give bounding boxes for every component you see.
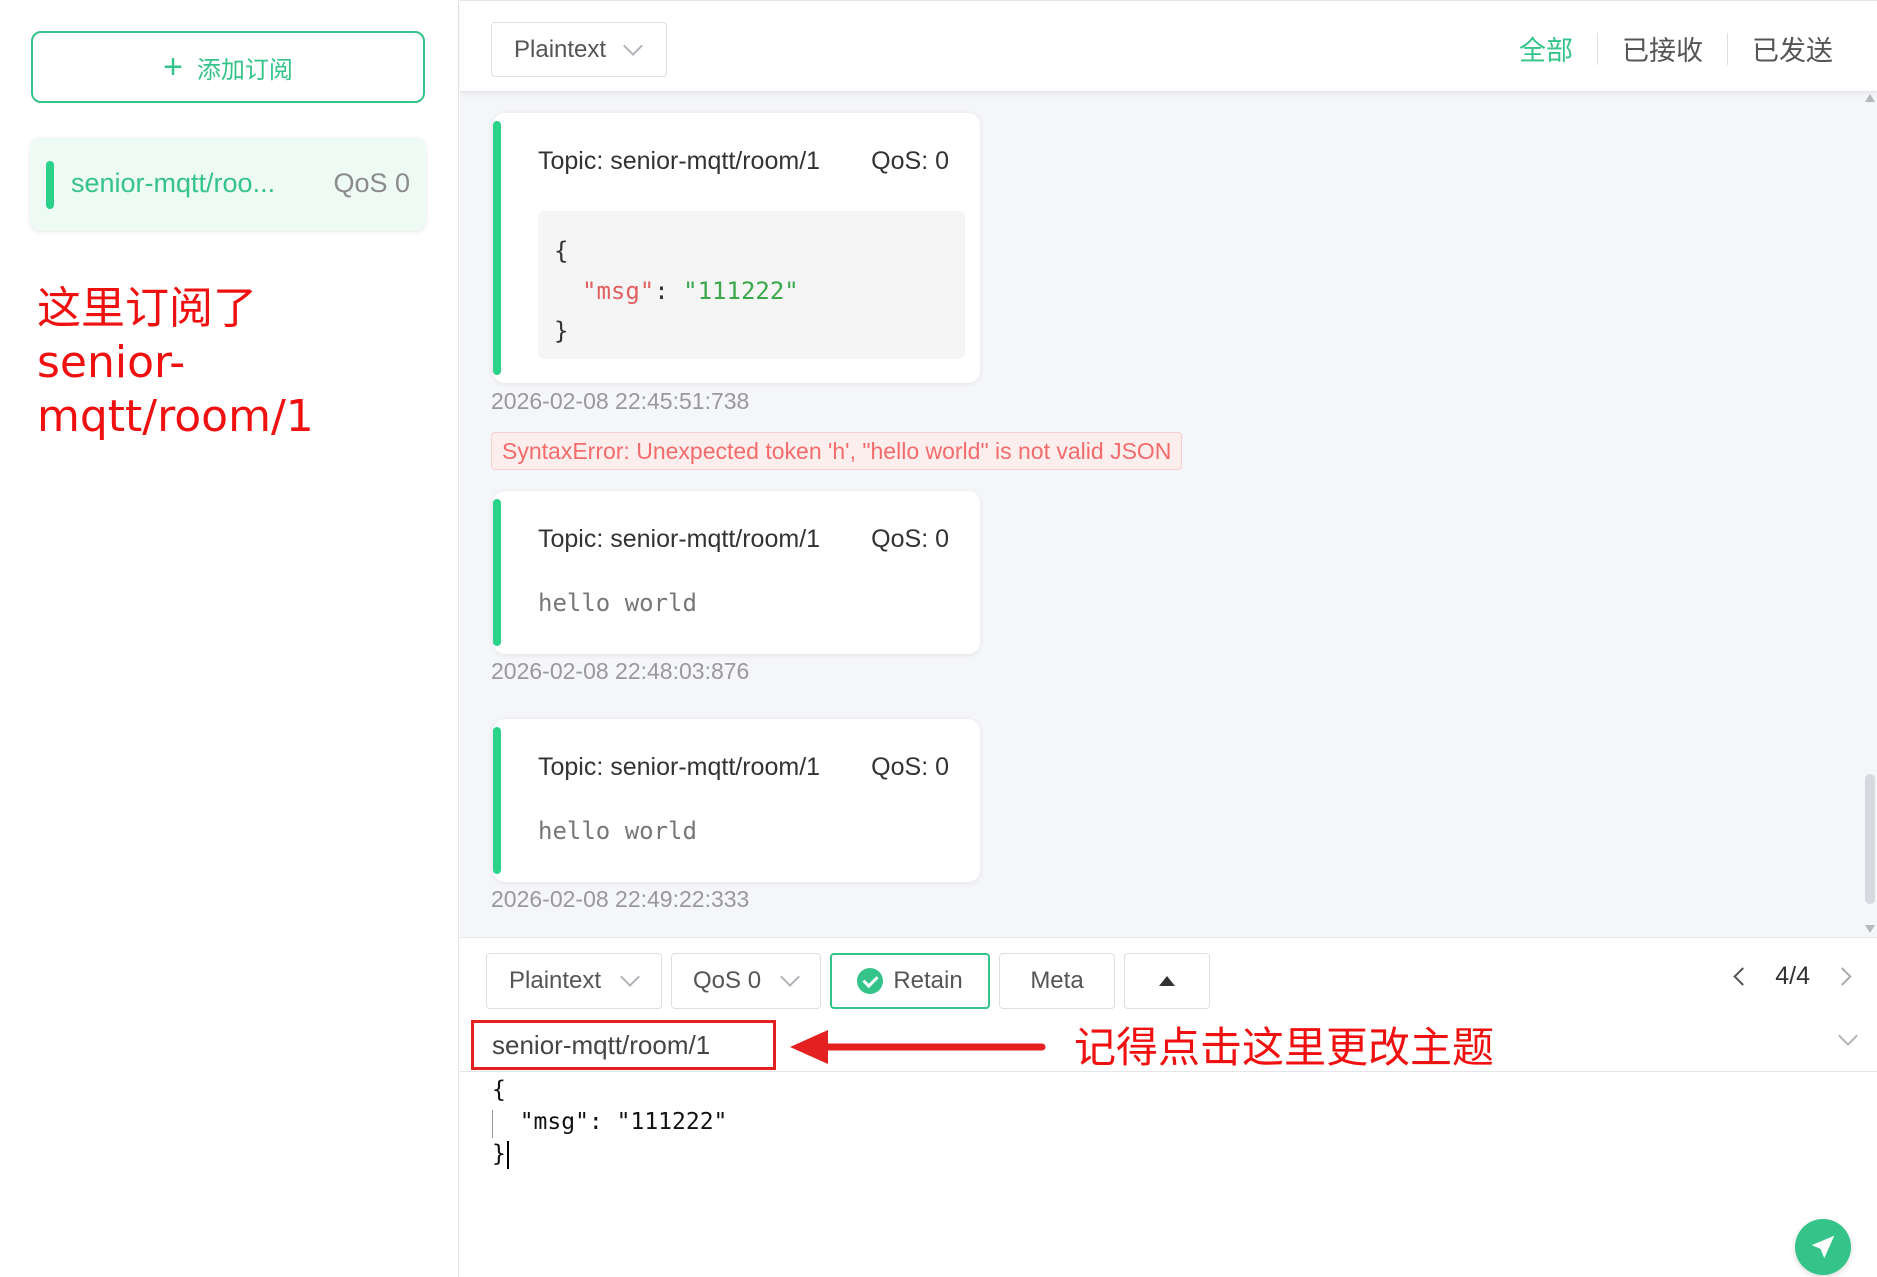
send-icon [1811, 1235, 1835, 1259]
message-timestamp: 2026-02-08 22:48:03:876 [491, 658, 750, 684]
message-accent-bar [493, 499, 501, 646]
message-card: Topic: senior-mqtt/room/1 QoS: 0 { "msg"… [493, 113, 980, 383]
caret-up-icon [1159, 976, 1175, 986]
publish-qos-value: QoS 0 [693, 967, 762, 994]
meta-button[interactable]: Meta [999, 953, 1115, 1009]
indent-guide [492, 1110, 493, 1138]
message-timestamp: 2026-02-08 22:49:22:333 [491, 886, 750, 912]
message-meta: Topic: senior-mqtt/room/1 QoS: 0 [538, 753, 949, 782]
publish-qos-select[interactable]: QoS 0 [671, 953, 821, 1009]
filter-sent[interactable]: 已发送 [1728, 29, 1857, 68]
check-circle-icon [857, 968, 884, 994]
json-key: "msg" [582, 277, 655, 305]
json-colon: : [654, 277, 684, 305]
payload-editor[interactable]: { "msg": "111222" } [492, 1074, 727, 1170]
publish-topic-input[interactable]: senior-mqtt/room/1 [471, 1020, 776, 1070]
message-accent-bar [493, 121, 501, 375]
expand-editor-button[interactable] [1124, 953, 1210, 1009]
message-list[interactable]: Topic: senior-mqtt/room/1 QoS: 0 { "msg"… [460, 92, 1877, 937]
payload-format-select[interactable]: Plaintext [491, 22, 667, 77]
annotation-line-2: senior-mqtt/room/1 [37, 337, 314, 442]
message-payload: hello world [538, 589, 697, 617]
message-card: Topic: senior-mqtt/room/1 QoS: 0 hello w… [493, 491, 980, 654]
message-topic: Topic: senior-mqtt/room/1 [538, 753, 821, 781]
send-button[interactable] [1795, 1219, 1851, 1275]
subscription-sidebar: + 添加订阅 senior-mqtt/roo... QoS 0 这里订阅了 se… [0, 0, 459, 1277]
editor-line-last: } [492, 1138, 727, 1170]
chevron-down-icon[interactable] [1838, 1026, 1858, 1048]
add-subscription-label: 添加订阅 [196, 56, 293, 84]
publish-panel: Plaintext QoS 0 Retain Meta 4/4 senior-m… [460, 937, 1877, 1277]
publish-toolbar: Plaintext QoS 0 Retain Meta [486, 953, 1210, 1011]
retain-label: Retain [893, 967, 963, 994]
filter-all[interactable]: 全部 [1495, 29, 1597, 68]
message-payload: hello world [538, 817, 697, 845]
subscription-qos: QoS 0 [333, 168, 410, 198]
filter-received[interactable]: 已接收 [1598, 29, 1727, 68]
chevron-down-icon [623, 35, 643, 56]
add-subscription-button[interactable]: + 添加订阅 [31, 31, 425, 103]
message-filter-tabs: 全部 已接收 已发送 [1495, 29, 1857, 68]
publish-history-pager: 4/4 [1733, 962, 1852, 991]
chevron-right-icon[interactable] [1833, 967, 1852, 986]
topic-annotation: 记得点击这里更改主题 [1074, 1023, 1495, 1072]
mqtt-client-window: + 添加订阅 senior-mqtt/roo... QoS 0 这里订阅了 se… [0, 0, 1877, 1277]
chevron-down-icon [620, 967, 640, 987]
retain-toggle[interactable]: Retain [830, 953, 990, 1009]
scrollbar-thumb[interactable] [1865, 774, 1875, 904]
json-parse-error: SyntaxError: Unexpected token 'h', "hell… [491, 432, 1183, 470]
editor-line: { [492, 1077, 506, 1103]
message-timestamp: 2026-02-08 22:45:51:738 [491, 388, 750, 414]
meta-label: Meta [1030, 967, 1084, 994]
json-brace: { [554, 237, 569, 265]
message-topic: Topic: senior-mqtt/room/1 [538, 147, 821, 175]
subscription-annotation: 这里订阅了 senior-mqtt/room/1 [37, 282, 458, 444]
subscription-color-bar [46, 161, 54, 209]
message-qos: QoS: 0 [871, 525, 949, 553]
publish-format-select[interactable]: Plaintext [486, 953, 662, 1009]
subscription-item[interactable]: senior-mqtt/roo... QoS 0 [30, 138, 426, 231]
message-toolbar: Plaintext 全部 已接收 已发送 [460, 0, 1877, 92]
arrow-left-annotation [790, 1030, 1046, 1064]
message-meta: Topic: senior-mqtt/room/1 QoS: 0 [538, 147, 949, 176]
editor-line: } [492, 1141, 506, 1167]
pager-count: 4/4 [1775, 962, 1810, 990]
publish-format-value: Plaintext [509, 967, 602, 994]
message-qos: QoS: 0 [871, 753, 949, 781]
message-qos: QoS: 0 [871, 147, 949, 175]
message-topic: Topic: senior-mqtt/room/1 [538, 525, 821, 553]
message-meta: Topic: senior-mqtt/room/1 QoS: 0 [538, 525, 949, 554]
message-accent-bar [493, 727, 501, 874]
editor-line: "msg": "111222" [492, 1109, 728, 1135]
json-value: "111222" [683, 277, 799, 305]
payload-format-value: Plaintext [514, 35, 607, 63]
json-brace: } [554, 317, 569, 345]
plus-icon: + [163, 48, 183, 86]
scroll-up-arrow[interactable] [1865, 94, 1875, 102]
annotation-line-1: 这里订阅了 [37, 283, 257, 334]
chevron-left-icon[interactable] [1733, 967, 1752, 986]
message-card: Topic: senior-mqtt/room/1 QoS: 0 hello w… [493, 719, 980, 882]
message-payload-json: { "msg": "111222" } [538, 211, 965, 359]
json-line: "msg": "111222" [554, 271, 949, 311]
chevron-down-icon [780, 967, 800, 987]
text-cursor [506, 1140, 509, 1169]
subscription-topic: senior-mqtt/roo... [71, 168, 276, 198]
scroll-down-arrow[interactable] [1865, 925, 1875, 933]
